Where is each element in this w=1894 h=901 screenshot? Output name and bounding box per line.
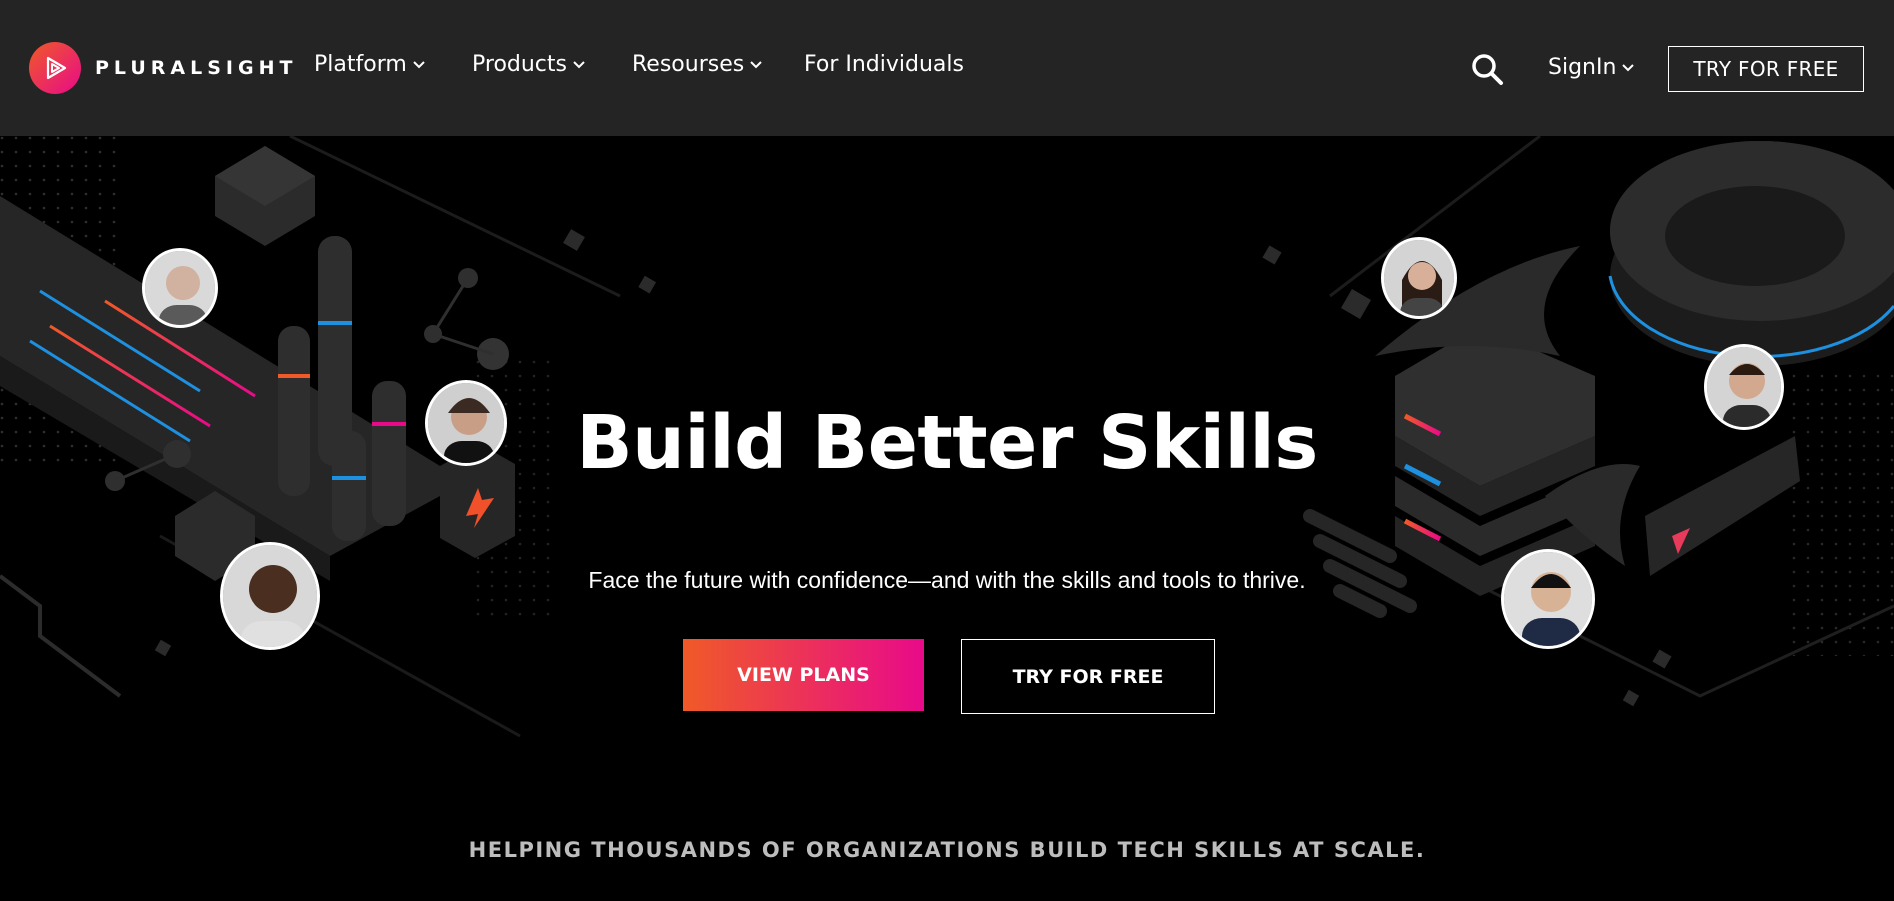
nav-try-for-free-button[interactable]: TRY FOR FREE [1668,46,1864,92]
hero-section: Build Better Skills Face the future with… [0,136,1894,901]
instructor-avatar [142,248,218,328]
nav-item-label: For Individuals [804,52,964,77]
signin-menu[interactable]: SignIn [1548,55,1635,80]
nav-item-label: Products [472,52,567,77]
chevron-down-icon [573,60,585,69]
chevron-down-icon [1622,63,1635,72]
nav-item-products[interactable]: Products [472,52,585,77]
customer-logos-tagline: HELPING THOUSANDS OF ORGANIZATIONS BUILD… [468,838,1426,862]
view-plans-button[interactable]: VIEW PLANS [683,639,924,711]
play-logo-icon [29,42,81,94]
nav-item-resources[interactable]: Resourses [632,52,762,77]
signin-label: SignIn [1548,55,1617,80]
nav-item-label: Resourses [632,52,745,77]
nav-item-platform[interactable]: Platform [314,52,425,77]
chevron-down-icon [413,60,425,69]
hero-try-for-free-button[interactable]: TRY FOR FREE [961,639,1215,714]
hero-illustration [0,136,1894,738]
nav-item-for-individuals[interactable]: For Individuals [804,52,964,77]
brand-name: PLURALSIGHT [95,57,298,79]
instructor-avatar [1501,549,1595,649]
instructor-avatar [220,542,320,650]
search-icon[interactable] [1470,52,1504,91]
hero-headline: Build Better Skills [576,400,1318,486]
hero-subheadline: Face the future with confidence—and with… [588,567,1306,593]
instructor-avatar [1381,237,1457,319]
top-navigation: PLURALSIGHT Platform Products Resourses … [0,0,1894,136]
chevron-down-icon [750,60,762,69]
pluralsight-logo[interactable]: PLURALSIGHT [29,42,297,94]
nav-item-label: Platform [314,52,407,77]
